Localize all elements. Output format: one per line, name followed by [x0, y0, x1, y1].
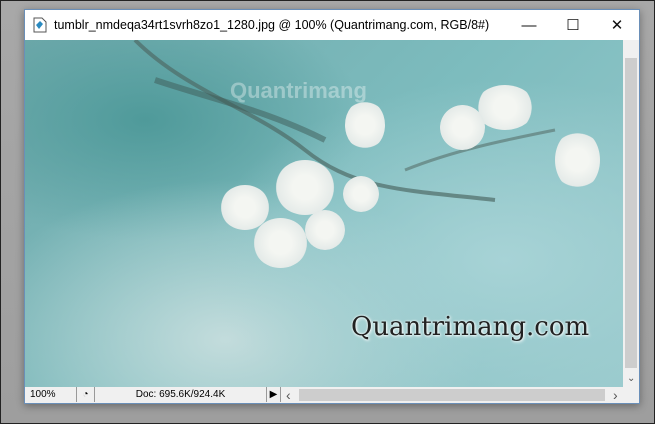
flower [275, 160, 335, 215]
flower [345, 100, 385, 150]
window-title: tumblr_nmdeqa34rt1svrh8zo1_1280.jpg @ 10… [54, 18, 490, 32]
vertical-scrollbar[interactable]: ⌄ [623, 40, 639, 387]
title-bar[interactable]: tumblr_nmdeqa34rt1svrh8zo1_1280.jpg @ 10… [25, 10, 639, 40]
close-button[interactable]: ✕ [595, 10, 639, 40]
flower [555, 130, 600, 190]
image-canvas[interactable]: Quantrimang Quantrimang.com [25, 40, 623, 387]
photoshop-file-icon [33, 17, 47, 33]
status-menu-arrow[interactable]: ▶ [267, 387, 281, 402]
flower [253, 218, 308, 268]
document-window: tumblr_nmdeqa34rt1svrh8zo1_1280.jpg @ 10… [24, 9, 640, 404]
scroll-down-button[interactable]: ⌄ [627, 373, 635, 384]
vertical-scroll-thumb[interactable] [625, 58, 637, 368]
maximize-button[interactable]: ☐ [551, 10, 595, 40]
flower [305, 210, 345, 250]
zoom-level[interactable]: 100% [25, 387, 77, 402]
doc-size: Doc: 695.6K/924.4K [95, 387, 267, 402]
scroll-right-button[interactable]: › [613, 387, 618, 403]
horizontal-scroll-thumb[interactable] [299, 389, 605, 401]
flower [343, 176, 379, 212]
watermark-text: Quantrimang.com [351, 312, 590, 342]
horizontal-scrollbar[interactable]: ‹ › [281, 387, 623, 403]
flower [440, 105, 485, 150]
status-icon[interactable]: ◔ [77, 387, 95, 402]
scroll-left-button[interactable]: ‹ [286, 387, 291, 403]
minimize-button[interactable]: — [507, 10, 551, 40]
watermark-logo: Quantrimang [230, 78, 367, 103]
